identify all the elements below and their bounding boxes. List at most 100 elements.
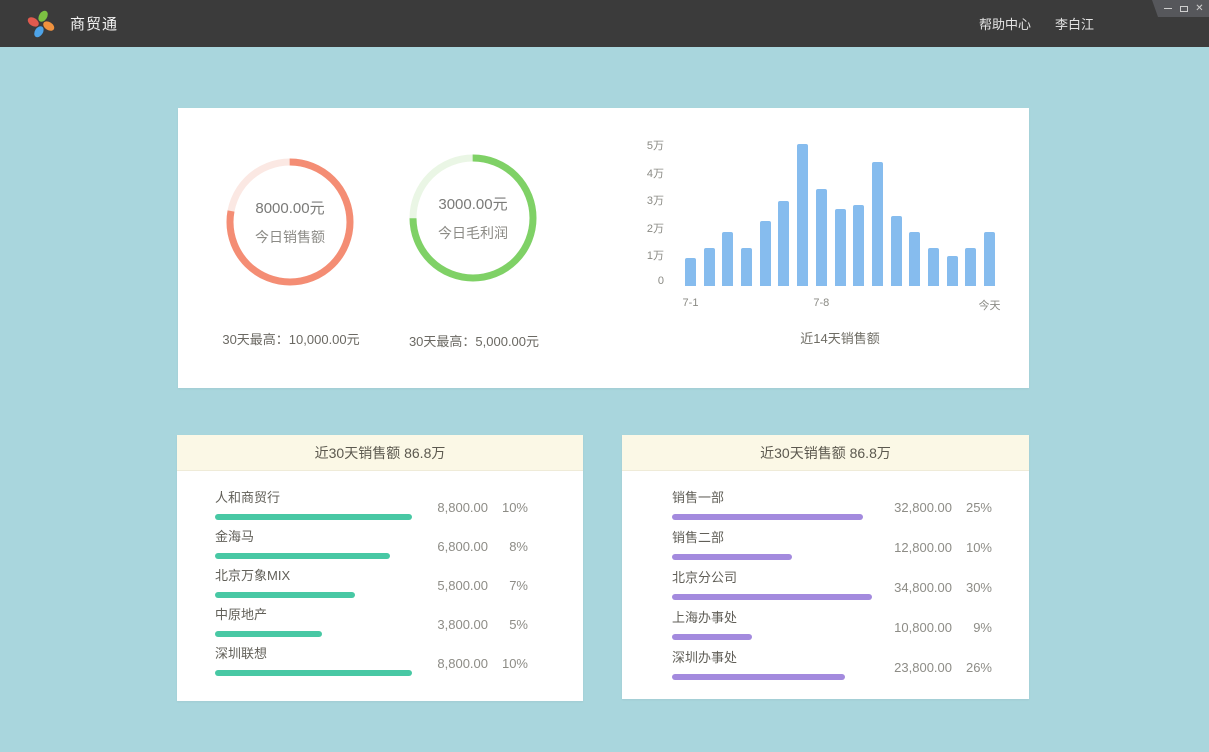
row-amount: 10,800.00: [880, 620, 952, 635]
row-values: 32,800.00 25%: [880, 500, 992, 515]
window-controls: ✕: [1152, 0, 1209, 17]
row-progress-bar: [215, 670, 412, 676]
titlebar: 商贸通 帮助中心 李白江 ✕: [0, 0, 1209, 47]
today-sales-gauge: 8000.00元 今日销售额: [222, 154, 358, 290]
row-percent: 8%: [488, 539, 528, 554]
row-values: 12,800.00 10%: [880, 540, 992, 555]
row-amount: 8,800.00: [416, 656, 488, 671]
customers-sales-card: 近30天销售额 86.8万 人和商贸行 8,800.00 10% 金海马 6,8…: [177, 435, 583, 701]
row-percent: 10%: [488, 656, 528, 671]
today-profit-label: 今日毛利润: [438, 223, 508, 243]
maximize-button[interactable]: [1177, 3, 1190, 15]
row-values: 8,800.00 10%: [416, 656, 528, 671]
sales-bar: [984, 232, 995, 286]
sales-bar: [965, 248, 976, 286]
row-progress-bar: [672, 554, 792, 560]
row-progress-bar: [215, 514, 412, 520]
sales-list-row: 金海马 6,800.00 8%: [215, 526, 528, 565]
row-progress-bar: [672, 514, 863, 520]
departments-list: 销售一部 32,800.00 25% 销售二部 12,800.00 10% 北京…: [622, 471, 1029, 687]
today-sales-label: 今日销售额: [255, 227, 325, 247]
row-amount: 34,800.00: [880, 580, 952, 595]
gauge-center-text: 8000.00元 今日销售额: [222, 154, 358, 290]
bar-chart-title: 近14天销售额: [685, 328, 995, 347]
card-title: 近30天销售额 86.8万: [622, 435, 1029, 471]
sales-list-row: 北京万象MIX 5,800.00 7%: [215, 565, 528, 604]
row-amount: 3,800.00: [416, 617, 488, 632]
row-amount: 32,800.00: [880, 500, 952, 515]
row-percent: 25%: [952, 500, 992, 515]
row-values: 23,800.00 26%: [880, 660, 992, 675]
sales-bar: [704, 248, 715, 286]
overview-card: 8000.00元 今日销售额 30天最高：10,000.00元 3000.00元…: [178, 108, 1029, 388]
x-tick-label: 今天: [979, 297, 1001, 313]
x-tick-label: 7-8: [813, 297, 829, 309]
app-title: 商贸通: [70, 13, 118, 34]
row-percent: 10%: [952, 540, 992, 555]
sales-list-row: 中原地产 3,800.00 5%: [215, 604, 528, 643]
row-values: 6,800.00 8%: [416, 539, 528, 554]
profit-30d-max: 30天最高：5,000.00元: [359, 331, 589, 350]
sales-bar: [928, 248, 939, 286]
card-title: 近30天销售额 86.8万: [177, 435, 583, 471]
today-sales-value: 8000.00元: [255, 197, 324, 218]
sales-list-row: 销售二部 12,800.00 10%: [672, 527, 992, 567]
close-button[interactable]: ✕: [1193, 3, 1206, 15]
today-profit-value: 3000.00元: [438, 193, 507, 214]
row-values: 3,800.00 5%: [416, 617, 528, 632]
minimize-icon: [1164, 8, 1172, 9]
sales-bar: [853, 205, 864, 286]
pinwheel-logo-icon: [26, 9, 56, 39]
row-values: 8,800.00 10%: [416, 500, 528, 515]
y-tick-label: 1万: [616, 247, 664, 261]
minimize-button[interactable]: [1161, 3, 1174, 15]
row-progress-bar: [672, 634, 752, 640]
sales-bar-chart: [685, 144, 995, 286]
gauge-center-text: 3000.00元 今日毛利润: [405, 150, 541, 286]
sales-list-row: 深圳联想 8,800.00 10%: [215, 643, 528, 682]
y-tick-label: 4万: [616, 165, 664, 179]
row-amount: 5,800.00: [416, 578, 488, 593]
row-values: 34,800.00 30%: [880, 580, 992, 595]
row-percent: 10%: [488, 500, 528, 515]
row-values: 10,800.00 9%: [880, 620, 992, 635]
y-tick-label: 0: [616, 275, 664, 289]
close-icon: ✕: [1195, 4, 1203, 14]
sales-list-row: 深圳办事处 23,800.00 26%: [672, 647, 992, 687]
row-amount: 12,800.00: [880, 540, 952, 555]
row-percent: 30%: [952, 580, 992, 595]
titlebar-right: 帮助中心 李白江: [979, 0, 1094, 47]
row-percent: 26%: [952, 660, 992, 675]
y-tick-label: 2万: [616, 220, 664, 234]
row-amount: 8,800.00: [416, 500, 488, 515]
sales-list-row: 人和商贸行 8,800.00 10%: [215, 487, 528, 526]
row-amount: 23,800.00: [880, 660, 952, 675]
row-values: 5,800.00 7%: [416, 578, 528, 593]
customers-list: 人和商贸行 8,800.00 10% 金海马 6,800.00 8% 北京万象M…: [177, 471, 583, 682]
sales-list-row: 上海办事处 10,800.00 9%: [672, 607, 992, 647]
sales-list-row: 销售一部 32,800.00 25%: [672, 487, 992, 527]
bar-chart-x-axis: 7-17-8今天: [685, 297, 995, 311]
user-menu[interactable]: 李白江: [1055, 14, 1094, 33]
dashboard: 8000.00元 今日销售额 30天最高：10,000.00元 3000.00元…: [0, 47, 1209, 752]
row-progress-bar: [672, 674, 845, 680]
y-tick-label: 5万: [616, 137, 664, 151]
row-progress-bar: [672, 594, 872, 600]
row-progress-bar: [215, 592, 355, 598]
sales-bar: [778, 201, 789, 286]
y-tick-label: 3万: [616, 192, 664, 206]
sales-bar: [872, 162, 883, 286]
sales-bar: [741, 248, 752, 286]
help-center-link[interactable]: 帮助中心: [979, 14, 1031, 33]
row-percent: 9%: [952, 620, 992, 635]
sales-bar: [816, 189, 827, 286]
maximize-icon: [1180, 6, 1188, 12]
row-percent: 5%: [488, 617, 528, 632]
bar-chart-y-axis: 5万 4万 3万 2万 1万 0: [616, 108, 664, 308]
sales-bar: [797, 144, 808, 286]
sales-bar: [909, 232, 920, 286]
row-amount: 6,800.00: [416, 539, 488, 554]
sales-list-row: 北京分公司 34,800.00 30%: [672, 567, 992, 607]
sales-bar: [760, 221, 771, 286]
departments-sales-card: 近30天销售额 86.8万 销售一部 32,800.00 25% 销售二部 12…: [622, 435, 1029, 699]
